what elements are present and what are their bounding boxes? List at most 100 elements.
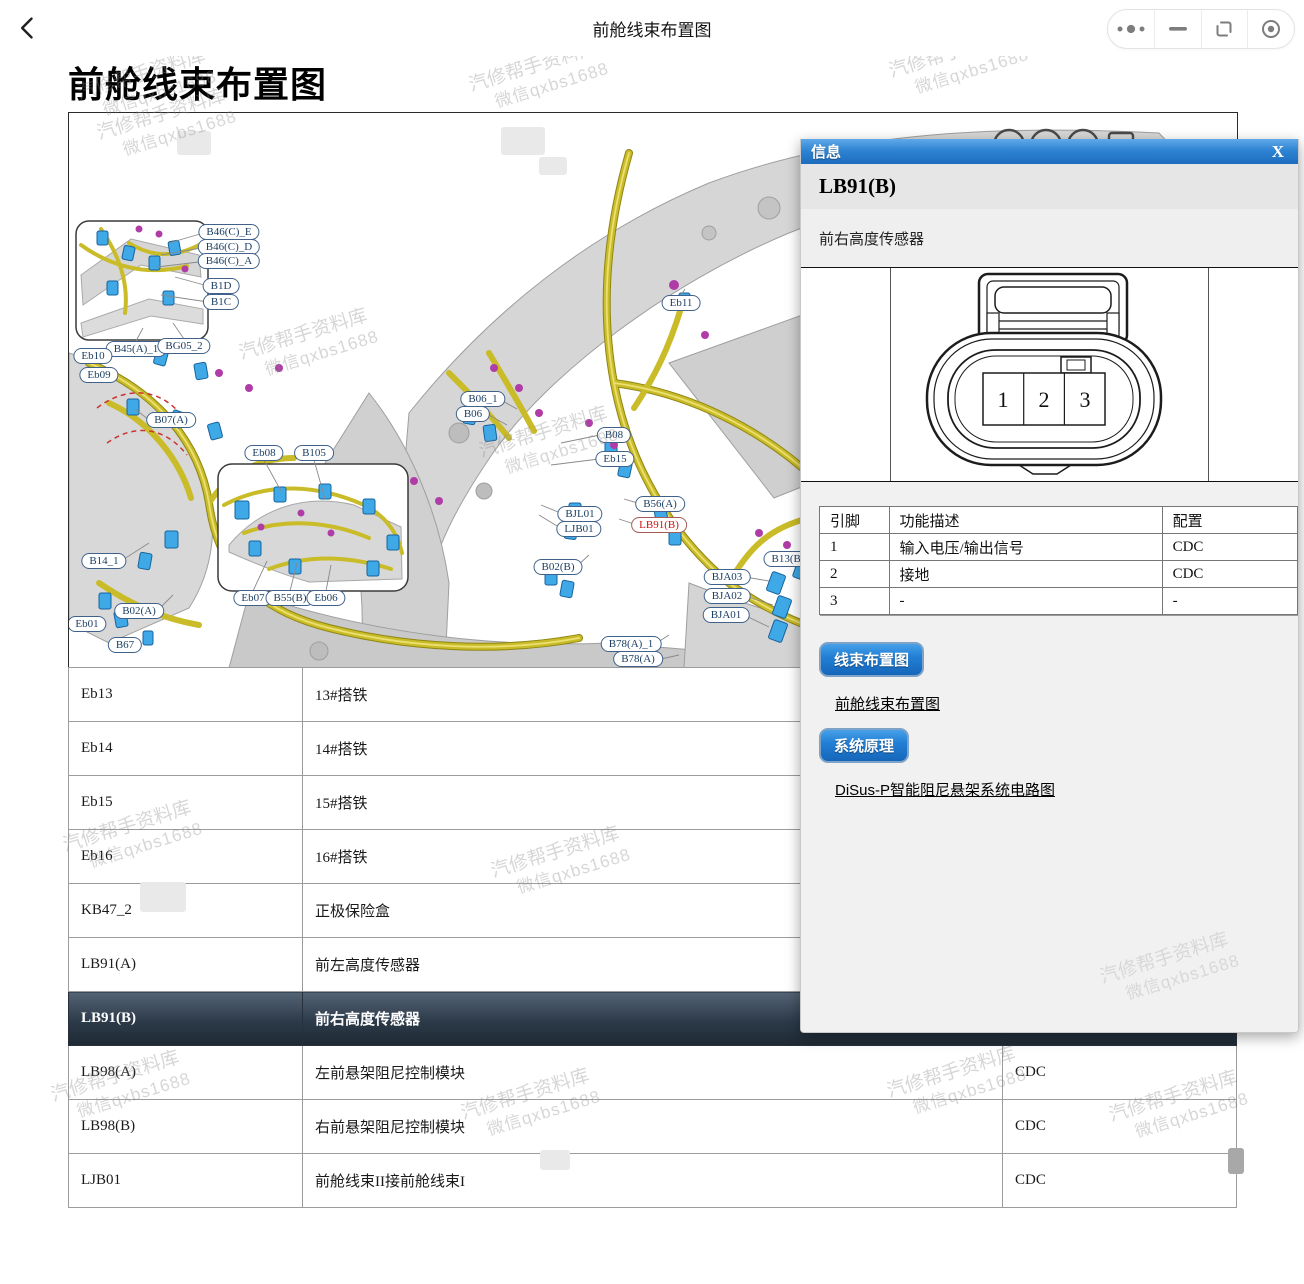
diagram-connector-label[interactable]: BJA03 [704,569,751,585]
diagram-connector-label[interactable]: Eb09 [79,367,118,383]
watermark-line2: 微信qxbs1688 [492,57,611,113]
diagram-connector-label[interactable]: B46(C)_A [198,253,260,269]
diagram-connector-label[interactable]: LB91(B) [631,517,687,533]
watermark-line1: 汽修帮手资料库 [1097,927,1235,989]
component-code-cell: LB91(B) [69,992,303,1046]
section-button[interactable]: 系统原理 [819,728,909,763]
connector-panel: 1 2 3 [801,267,1298,482]
diagram-connector-label[interactable]: B1D [203,278,240,294]
pin-config-cell: - [1162,588,1297,615]
diagram-connector-label[interactable]: Eb06 [306,590,345,606]
component-code-cell: LB91(A) [69,938,303,992]
diagram-connector-label[interactable]: Eb10 [73,348,112,364]
component-desc-cell: 右前悬架阻尼控制模块 [303,1100,1003,1154]
component-config-cell: CDC [1003,1046,1237,1100]
diagram-connector-label[interactable]: B08 [597,427,631,443]
more-options-button[interactable] [1108,10,1154,48]
component-code-cell: Eb13 [69,668,303,722]
blurred-patch [140,882,186,912]
blurred-patch [1228,1148,1244,1174]
popup-section: 线束布置图 前舱线束布置图 [801,642,1298,714]
pin-function-cell: 接地 [889,561,1162,588]
diagram-connector-label[interactable]: BJA01 [703,607,750,623]
popup-body: 引脚 功能描述 配置 1 输入电压/输出信号 CDC 2 接地 CDC 3 [801,506,1298,1033]
pin-config-cell: CDC [1162,534,1297,561]
diagram-connector-label[interactable]: B02(A) [114,603,164,619]
popup-component-description: 前右高度传感器 [801,209,1298,267]
component-desc-cell: 前舱线束II接前舱线束I [303,1154,1003,1208]
connector-pin-2: 2 [1039,387,1050,412]
diagram-connector-label[interactable]: Eb11 [662,295,701,311]
pinout-row: 2 接地 CDC [820,561,1298,588]
watermark: 汽修帮手资料库 微信qxbs1688 [1097,927,1242,1011]
blurred-patch [177,131,211,155]
diagram-connector-label[interactable]: B56(A) [635,496,685,512]
diagram-connector-label[interactable]: B07(A) [146,412,196,428]
diagram-connector-label[interactable]: B02(B) [534,559,583,575]
diagram-connector-label[interactable]: BG05_2 [157,338,210,354]
restore-button[interactable] [1201,10,1248,48]
diagram-connector-label[interactable]: B06 [456,406,490,422]
table-row[interactable]: LB98(B) 右前悬架阻尼控制模块 CDC [69,1100,1237,1154]
blurred-patch [540,1150,570,1170]
diagram-connector-label[interactable]: Eb08 [244,445,283,461]
diagram-connector-label[interactable]: B78(A)_1 [601,636,662,652]
table-row[interactable]: LJB01 前舱线束II接前舱线束I CDC [69,1154,1237,1208]
pinout-table: 引脚 功能描述 配置 1 输入电压/输出信号 CDC 2 接地 CDC 3 [819,506,1298,615]
pin-number-cell: 1 [820,534,890,561]
pin-config-cell: CDC [1162,561,1297,588]
diagram-connector-label[interactable]: B06_1 [460,391,505,407]
component-code-cell: Eb14 [69,722,303,776]
component-code-cell: LB98(A) [69,1046,303,1100]
connector-pin-1: 1 [998,387,1009,412]
popup-close-button[interactable]: X [1268,142,1288,162]
blurred-patch [501,127,545,155]
connector-face-diagram: 1 2 3 [891,269,1208,480]
pin-header: 引脚 [820,507,890,534]
popup-component-code: LB91(B) [801,164,1298,209]
pinout-header-row: 引脚 功能描述 配置 [820,507,1298,534]
diagram-connector-label[interactable]: B67 [108,637,142,653]
section-link[interactable]: 前舱线束布置图 [835,696,940,713]
section-link-row: 前舱线束布置图 [835,693,1298,714]
pin-number-cell: 3 [820,588,890,615]
section-link-row: DiSus-P智能阻尼悬架系统电路图 [835,779,1298,800]
window-capsule [1107,9,1295,49]
diagram-connector-label[interactable]: B105 [294,445,334,461]
component-code-cell: Eb15 [69,776,303,830]
component-config-cell: CDC [1003,1100,1237,1154]
table-row[interactable]: LB98(A) 左前悬架阻尼控制模块 CDC [69,1046,1237,1100]
config-header: 配置 [1162,507,1297,534]
component-code-cell: Eb16 [69,830,303,884]
diagram-connector-label[interactable]: BJA02 [704,588,751,604]
diagram-connector-label[interactable]: B1C [203,294,239,310]
diagram-connector-label[interactable]: B78(A) [613,651,663,667]
pin-number-cell: 2 [820,561,890,588]
diagram-connector-label[interactable]: Eb15 [595,451,634,467]
popup-header-title: 信息 [811,141,841,162]
section-link[interactable]: DiSus-P智能阻尼悬架系统电路图 [835,782,1055,799]
function-header: 功能描述 [889,507,1162,534]
component-code-cell: LJB01 [69,1154,303,1208]
pinout-row: 1 输入电压/输出信号 CDC [820,534,1298,561]
section-button[interactable]: 线束布置图 [819,642,924,677]
popup-header: 信息 X [801,139,1298,164]
component-config-cell: CDC [1003,1154,1237,1208]
diagram-connector-label[interactable]: BJL01 [557,506,602,522]
blurred-patch [539,157,567,175]
component-code-cell: LB98(B) [69,1100,303,1154]
pin-function-cell: 输入电压/输出信号 [889,534,1162,561]
diagram-connector-label[interactable]: Eb01 [68,616,107,632]
minimize-icon [1168,26,1188,32]
top-nav: 前舱线束布置图 [0,0,1304,56]
pin-function-cell: - [889,588,1162,615]
minimize-button[interactable] [1154,10,1201,48]
watermark-line2: 微信qxbs1688 [1123,949,1242,1005]
diagram-connector-label[interactable]: B14_1 [81,553,126,569]
diagram-connector-label[interactable]: B46(C)_E [198,224,259,240]
diagram-connector-label[interactable]: LJB01 [556,521,601,537]
info-popup: 信息 X LB91(B) 前右高度传感器 [800,139,1299,1033]
page-title: 前舱线束布置图 [68,56,327,108]
capsule-target-button[interactable] [1247,10,1294,48]
restore-icon [1214,19,1234,39]
